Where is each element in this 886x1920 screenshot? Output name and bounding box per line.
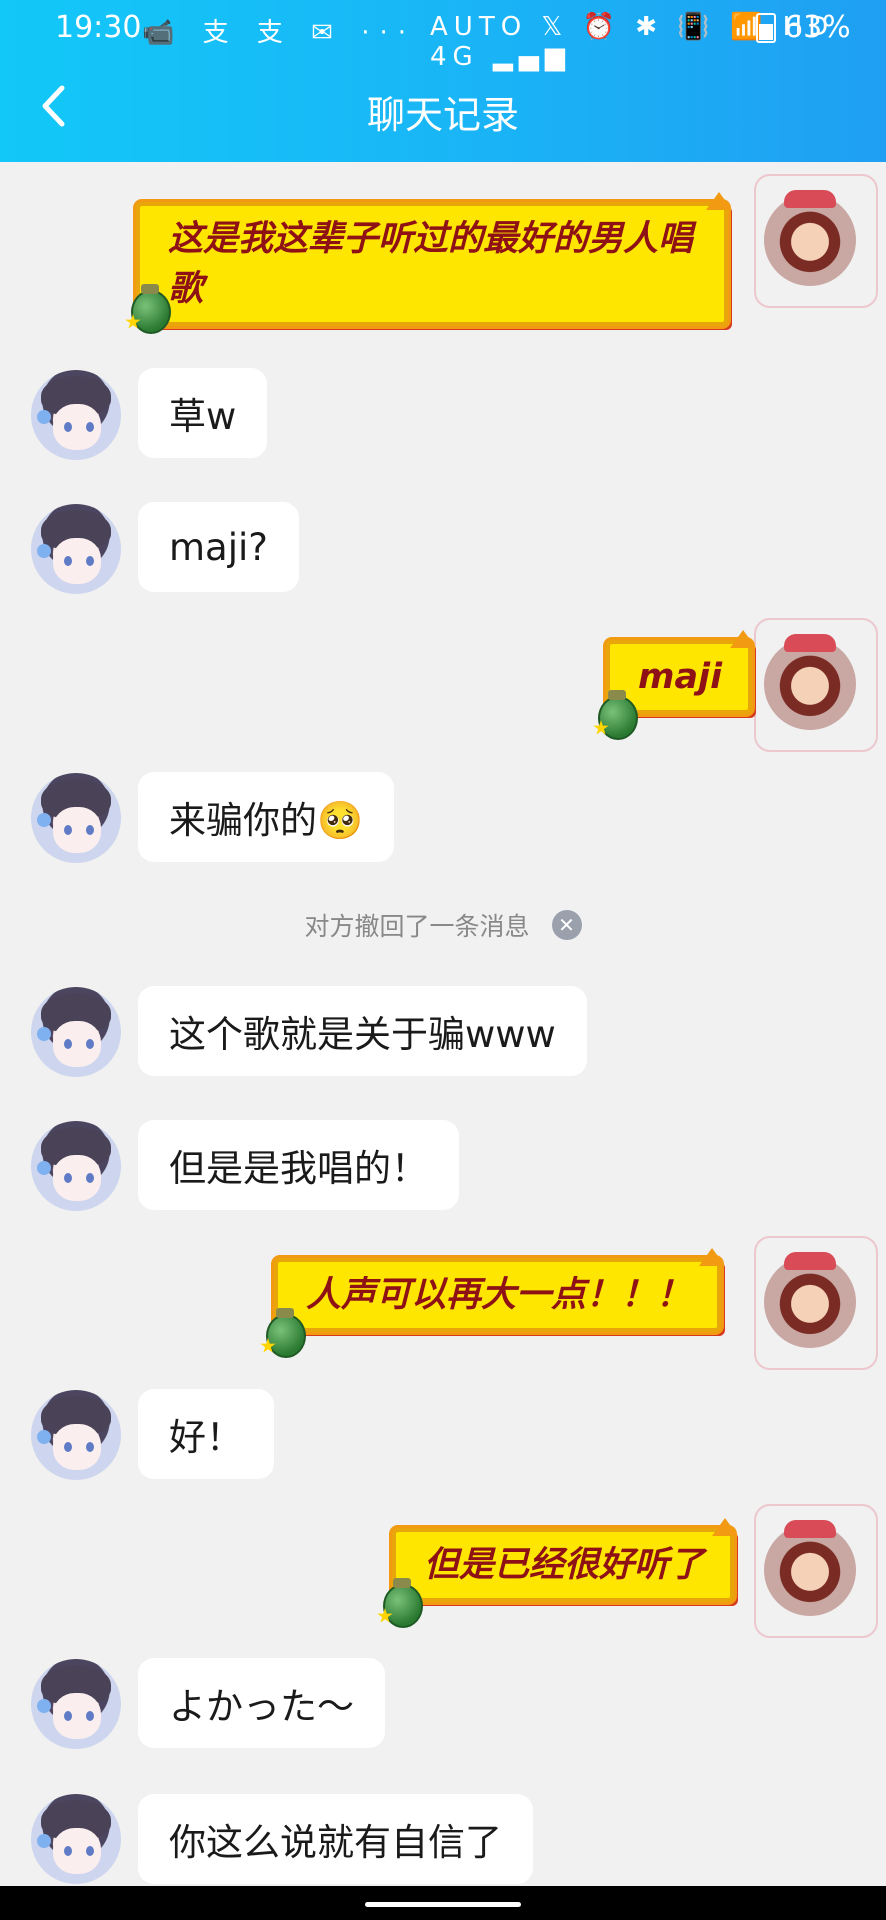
avatar-eye	[86, 1711, 94, 1721]
contact-avatar[interactable]	[31, 504, 121, 594]
contact-message-bubble[interactable]: よかった〜	[138, 1658, 385, 1748]
flower-icon	[37, 813, 51, 827]
avatar-eye	[64, 1711, 72, 1721]
avatar-eye	[64, 1442, 72, 1452]
contact-avatar[interactable]	[31, 1121, 121, 1211]
avatar-eye	[86, 1442, 94, 1452]
contact-message-bubble[interactable]: 好！	[138, 1389, 274, 1479]
avatar-crown-decoration	[784, 1252, 836, 1270]
flower-icon	[37, 1834, 51, 1848]
flower-icon	[37, 544, 51, 558]
avatar-crown-decoration	[784, 190, 836, 208]
my-avatar[interactable]	[764, 1252, 856, 1348]
recalled-message-notice: 对方撤回了一条消息 ✕	[0, 905, 886, 945]
contact-avatar[interactable]	[31, 1390, 121, 1480]
my-avatar[interactable]	[764, 1520, 856, 1616]
avatar-crown-decoration	[784, 1520, 836, 1538]
flower-icon	[37, 1161, 51, 1175]
avatar-eye	[86, 825, 94, 835]
home-indicator[interactable]	[365, 1902, 521, 1907]
avatar-eye	[64, 422, 72, 432]
flower-icon	[37, 410, 51, 424]
avatar-eye	[64, 1039, 72, 1049]
contact-message-bubble[interactable]: 草w	[138, 368, 268, 458]
contact-avatar[interactable]	[31, 987, 121, 1077]
avatar-eye	[86, 422, 94, 432]
avatar-eye	[86, 556, 94, 566]
status-bar: 19:30 📹 支 支 ✉ ··· AUTO 𝕏 ⏰ ✱ 📳 📶 HD 4G ▂…	[0, 0, 886, 72]
grenade-icon	[598, 690, 638, 740]
avatar-eye	[86, 1039, 94, 1049]
my-message-bubble[interactable]: 但是已经很好听了	[392, 1528, 735, 1602]
flower-icon	[37, 1027, 51, 1041]
my-avatar[interactable]	[764, 190, 856, 286]
my-message-bubble[interactable]: 这是我这辈子听过的最好的男人唱歌	[136, 202, 728, 326]
avatar-eye	[64, 1846, 72, 1856]
battery-icon	[756, 12, 776, 43]
avatar-eye	[86, 1173, 94, 1183]
contact-message-bubble[interactable]: 你这么说就有自信了	[138, 1794, 533, 1884]
avatar-crown-decoration	[784, 634, 836, 652]
contact-avatar[interactable]	[31, 773, 121, 863]
contact-avatar[interactable]	[31, 1659, 121, 1749]
contact-message-bubble[interactable]: 但是是我唱的！	[138, 1120, 459, 1210]
avatar-eye	[64, 1173, 72, 1183]
battery-indicator: 63%	[756, 10, 851, 45]
avatar-eye	[64, 556, 72, 566]
contact-avatar[interactable]	[31, 370, 121, 460]
battery-percent: 63%	[784, 10, 851, 45]
page-title: 聊天记录	[366, 93, 519, 137]
avatar-eye	[86, 1846, 94, 1856]
my-avatar[interactable]	[764, 634, 856, 730]
top-app-bar: 19:30 📹 支 支 ✉ ··· AUTO 𝕏 ⏰ ✱ 📳 📶 HD 4G ▂…	[0, 0, 886, 162]
recalled-message-text: 对方撤回了一条消息	[304, 912, 530, 941]
status-time: 19:30	[55, 10, 142, 45]
contact-message-bubble[interactable]: maji?	[138, 502, 299, 592]
contact-avatar[interactable]	[31, 1794, 121, 1884]
flower-icon	[37, 1430, 51, 1444]
my-message-bubble[interactable]: 人声可以再大一点！！！	[274, 1258, 722, 1332]
flower-icon	[37, 1699, 51, 1713]
close-icon[interactable]: ✕	[551, 910, 582, 940]
status-notification-icons: 📹 支 支 ✉ ···	[142, 18, 417, 48]
contact-message-bubble[interactable]: 这个歌就是关于骗www	[138, 986, 587, 1076]
avatar-eye	[64, 825, 72, 835]
contact-message-bubble[interactable]: 来骗你的🥺	[138, 772, 395, 862]
